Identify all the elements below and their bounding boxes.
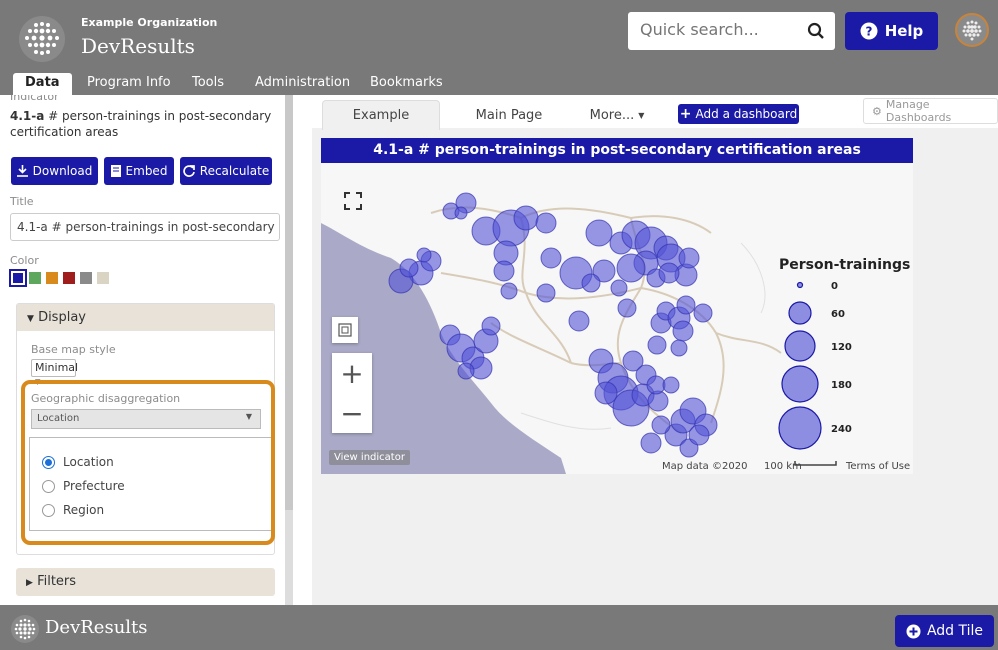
gear-icon: ⚙ xyxy=(872,104,882,118)
search-input[interactable] xyxy=(640,20,800,39)
add-dashboard-button[interactable]: + Add a dashboard xyxy=(678,104,799,124)
tile-title[interactable]: 4.1-a # person-trainings in post-seconda… xyxy=(321,138,913,163)
filters-label: Filters xyxy=(37,574,77,589)
download-label: Download xyxy=(32,164,93,178)
org-name: Example Organization xyxy=(81,16,218,29)
fullscreen-icon[interactable] xyxy=(335,183,371,219)
legend-value: 240 xyxy=(831,424,852,435)
app-footer: DevResults Add Tile xyxy=(0,605,998,650)
manage-dashboards-label: Manage Dashboards xyxy=(885,98,952,124)
map-data-attribution: Map data ©2020 xyxy=(662,461,748,472)
recalculate-label: Recalculate xyxy=(199,164,270,178)
add-tile-label: Add Tile xyxy=(926,623,984,639)
title-label: Title xyxy=(10,195,34,208)
swatch-green[interactable] xyxy=(29,272,41,284)
highlight-box xyxy=(21,380,275,545)
app-name: DevResults xyxy=(81,34,195,58)
zoom-in-button[interactable]: + xyxy=(332,353,372,393)
map-tile: 4.1-a # person-trainings in post-seconda… xyxy=(321,138,913,474)
extent-icon xyxy=(338,323,352,337)
display-panel-header[interactable]: ▼ Display xyxy=(17,304,274,331)
swatch-blue[interactable] xyxy=(9,269,27,287)
help-button[interactable]: ? Help xyxy=(845,12,938,50)
legend-value: 0 xyxy=(831,281,838,292)
map-extent-button[interactable] xyxy=(332,317,358,343)
swatch-beige[interactable] xyxy=(97,272,109,284)
help-label: Help xyxy=(884,22,924,40)
plus-icon: + xyxy=(679,106,692,122)
nav-tab-bookmarks[interactable]: Bookmarks xyxy=(358,73,455,95)
avatar[interactable] xyxy=(955,13,989,47)
base-map-select[interactable]: Minimal ▼ xyxy=(31,359,79,386)
display-label: Display xyxy=(38,310,86,325)
indicator-code: 4.1-a xyxy=(10,109,45,123)
sidebar-scrollbar[interactable] xyxy=(285,95,293,605)
download-icon xyxy=(16,165,28,177)
logo-globe-icon xyxy=(11,615,39,643)
legend-value: 60 xyxy=(831,309,845,320)
swatch-red[interactable] xyxy=(63,272,75,284)
add-tile-button[interactable]: Add Tile xyxy=(895,615,994,647)
caret-down-icon: ▼ xyxy=(27,314,34,324)
quick-search[interactable] xyxy=(628,12,835,50)
manage-dashboards-button[interactable]: ⚙ Manage Dashboards xyxy=(863,98,998,124)
color-swatches xyxy=(9,269,109,287)
embed-button[interactable]: Embed xyxy=(104,157,174,185)
tab-more[interactable]: More... ▼ xyxy=(582,100,652,130)
add-dashboard-label: Add a dashboard xyxy=(695,107,798,121)
legend-value: 180 xyxy=(831,380,852,391)
question-circle-icon: ? xyxy=(860,22,878,40)
map-canvas[interactable]: 0 60 120 180 240 xyxy=(321,163,913,474)
color-label: Color xyxy=(10,254,39,267)
nav-tab-tools[interactable]: Tools xyxy=(180,73,236,95)
user-globe-icon xyxy=(962,20,982,41)
logo-globe-icon[interactable] xyxy=(18,15,66,63)
scale-label: 100 km xyxy=(764,461,802,472)
zoom-out-button[interactable]: − xyxy=(332,393,372,433)
indicator-label: Indicator xyxy=(10,95,59,103)
recalculate-button[interactable]: Recalculate xyxy=(180,157,272,185)
footer-app-name: DevResults xyxy=(45,617,148,638)
filters-panel-header[interactable]: ▶ Filters xyxy=(16,568,275,596)
caret-right-icon: ▶ xyxy=(26,578,33,588)
base-map-label: Base map style xyxy=(31,343,116,356)
embed-icon xyxy=(110,165,121,177)
tab-main-page[interactable]: Main Page xyxy=(454,100,564,130)
sidebar: Indicator 4.1-a # person-trainings in po… xyxy=(0,95,293,605)
embed-label: Embed xyxy=(125,164,168,178)
swatch-gray[interactable] xyxy=(80,272,92,284)
nav-tab-administration[interactable]: Administration xyxy=(243,73,362,95)
bubble-map[interactable]: 0 60 120 180 240 + − Person-trainings Vi… xyxy=(321,163,913,474)
plus-circle-icon xyxy=(906,624,921,638)
download-button[interactable]: Download xyxy=(11,157,98,185)
legend-value: 120 xyxy=(831,342,852,353)
refresh-icon xyxy=(183,165,195,177)
indicator-title: 4.1-a # person-trainings in post-seconda… xyxy=(10,108,275,140)
more-label: More... xyxy=(589,107,635,123)
scrollbar-thumb[interactable] xyxy=(285,95,293,510)
view-indicator-link[interactable]: View indicator xyxy=(329,450,410,465)
indicator-name: # person-trainings in post-secondary cer… xyxy=(10,109,272,139)
legend-title: Person-trainings xyxy=(779,257,911,273)
zoom-controls: + − xyxy=(332,353,372,433)
nav-tab-data[interactable]: Data xyxy=(13,73,72,95)
terms-link[interactable]: Terms of Use xyxy=(846,461,910,472)
caret-down-icon: ▼ xyxy=(638,110,645,120)
title-input[interactable]: 4.1-a # person-trainings in post-seconda… xyxy=(10,213,280,241)
search-icon[interactable] xyxy=(807,22,825,40)
tab-example[interactable]: Example xyxy=(322,100,440,130)
nav-tab-program-info[interactable]: Program Info xyxy=(75,73,183,95)
base-map-value: Minimal xyxy=(35,361,79,374)
app-header: Example Organization DevResults ? Help D… xyxy=(0,0,998,95)
swatch-orange[interactable] xyxy=(46,272,58,284)
svg-text:?: ? xyxy=(865,25,872,39)
